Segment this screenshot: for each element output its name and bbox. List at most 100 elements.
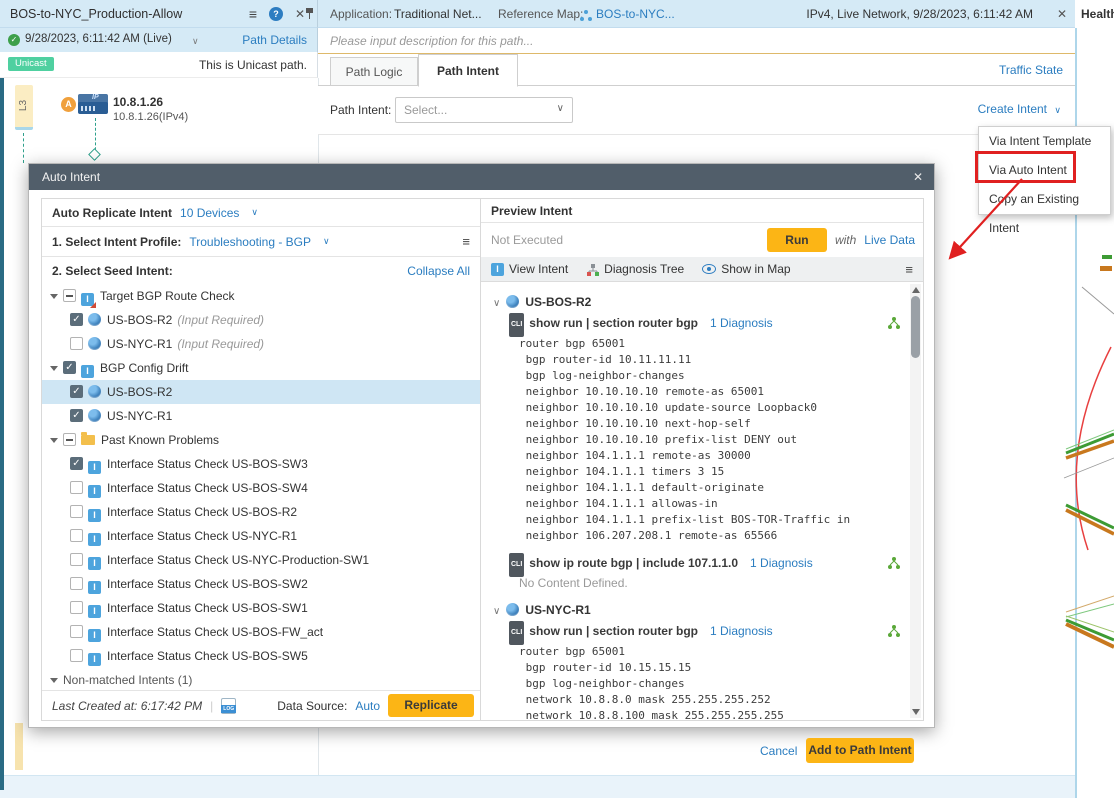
device-icon — [88, 313, 101, 326]
tree-checkbox[interactable] — [63, 289, 76, 302]
menu-item-via-auto-intent[interactable]: Via Auto Intent — [979, 156, 1110, 185]
menu-icon[interactable]: ≡ — [249, 6, 257, 22]
folder-icon — [81, 435, 95, 445]
tree-expand-icon[interactable] — [50, 438, 58, 443]
tree-checkbox[interactable] — [70, 409, 83, 422]
tree-checkbox[interactable] — [63, 361, 76, 374]
tree-checkbox[interactable] — [70, 313, 83, 326]
cli-badge-icon: CLI — [509, 313, 524, 337]
tree-row[interactable]: ITarget BGP Route Check — [42, 284, 480, 308]
tree-row[interactable]: IInterface Status Check US-NYC-R1 — [42, 524, 480, 548]
health-menu[interactable]: Health — [1081, 7, 1114, 21]
close-icon[interactable]: ✕ — [295, 7, 305, 21]
collapse-all-link[interactable]: Collapse All — [407, 264, 470, 278]
add-to-path-intent-button[interactable]: Add to Path Intent — [806, 738, 914, 763]
profile-menu-icon[interactable]: ≡ — [462, 234, 470, 249]
preview-device-row[interactable]: ∨US-BOS-R2 — [493, 292, 893, 312]
description-input[interactable]: Please input description for this path..… — [318, 28, 1075, 54]
replicate-button[interactable]: Replicate — [388, 694, 474, 717]
dialog-titlebar[interactable]: Auto Intent ✕ — [29, 164, 934, 190]
diagnosis-icon[interactable] — [887, 555, 901, 577]
tree-checkbox[interactable] — [70, 601, 83, 614]
diagnosis-link[interactable]: 1 Diagnosis — [750, 556, 813, 570]
create-intent-link[interactable]: Create Intent — [978, 102, 1047, 116]
menu-item-copy-an-existing-intent[interactable]: Copy an Existing Intent — [979, 185, 1110, 214]
close-map-icon[interactable]: ✕ — [1057, 7, 1067, 21]
tree-checkbox[interactable] — [70, 337, 83, 350]
tab-show-in-map[interactable]: Show in Map — [702, 262, 790, 276]
tree-checkbox[interactable] — [70, 553, 83, 566]
dialog-close-icon[interactable]: ✕ — [913, 170, 923, 184]
scrollbar[interactable] — [910, 284, 921, 718]
application-label: Application: — [330, 7, 392, 21]
tree-checkbox[interactable] — [70, 457, 83, 470]
path-details-link[interactable]: Path Details — [242, 33, 307, 47]
tree-row[interactable]: US-NYC-R1 — [42, 404, 480, 428]
tree-expand-icon[interactable] — [50, 294, 58, 299]
scrollbar-thumb[interactable] — [911, 296, 920, 358]
tab-path-logic[interactable]: Path Logic — [330, 57, 418, 86]
help-icon[interactable]: ? — [269, 7, 283, 21]
last-created-label: Last Created at: 6:17:42 PM — [52, 699, 202, 713]
tab-diagnosis-tree[interactable]: Diagnosis Tree — [586, 262, 684, 276]
tree-row-label: Interface Status Check US-BOS-SW2 — [107, 577, 308, 591]
tree-row[interactable]: IInterface Status Check US-NYC-Productio… — [42, 548, 480, 572]
tree-expand-icon[interactable] — [50, 678, 58, 683]
tree-expand-icon[interactable] — [50, 366, 58, 371]
tree-checkbox[interactable] — [70, 625, 83, 638]
scroll-up-icon[interactable] — [912, 287, 920, 293]
tree-row[interactable]: IInterface Status Check US-BOS-SW4 — [42, 476, 480, 500]
scroll-down-icon[interactable] — [912, 709, 920, 715]
chevron-down-icon[interactable]: ∨ — [493, 606, 500, 617]
path-intent-select[interactable]: Select... ∨ — [395, 97, 573, 123]
tree-row[interactable]: Past Known Problems — [42, 428, 480, 452]
chevron-down-icon[interactable]: ∨ — [493, 298, 500, 309]
tree-row[interactable]: IBGP Config Drift — [42, 356, 480, 380]
diagnosis-link[interactable]: 1 Diagnosis — [710, 624, 773, 638]
tree-checkbox[interactable] — [70, 649, 83, 662]
device-icon — [88, 385, 101, 398]
diagnosis-icon[interactable] — [887, 623, 901, 645]
menu-item-via-intent-template[interactable]: Via Intent Template — [979, 127, 1110, 156]
pin-icon[interactable] — [305, 8, 314, 20]
path-timestamp[interactable]: 9/28/2023, 6:11:42 AM (Live) — [25, 33, 172, 45]
profile-select[interactable]: Troubleshooting - BGP — [189, 235, 311, 249]
diagnosis-icon[interactable] — [887, 315, 901, 337]
data-source-value[interactable]: Auto — [355, 699, 380, 713]
tree-checkbox[interactable] — [70, 529, 83, 542]
preview-device-row[interactable]: ∨US-NYC-R1 — [493, 600, 893, 620]
tree-checkbox[interactable] — [70, 481, 83, 494]
device-name[interactable]: 10.8.1.26 — [113, 95, 163, 109]
preview-title: Preview Intent — [481, 199, 923, 223]
traffic-state-link[interactable]: Traffic State — [999, 63, 1063, 77]
diagnosis-link[interactable]: 1 Diagnosis — [710, 316, 773, 330]
tree-row[interactable]: IInterface Status Check US-BOS-SW3 — [42, 452, 480, 476]
router-icon[interactable]: IP — [78, 94, 108, 114]
log-icon[interactable] — [221, 698, 236, 714]
tree-checkbox[interactable] — [63, 433, 76, 446]
tree-checkbox[interactable] — [70, 385, 83, 398]
seed-intent-row: 2. Select Seed Intent: Collapse All — [42, 257, 480, 284]
reference-map-link[interactable]: BOS-to-NYC... — [596, 7, 675, 21]
application-value[interactable]: Traditional Net... — [394, 7, 482, 21]
tree-checkbox[interactable] — [70, 577, 83, 590]
tree-row[interactable]: US-BOS-R2(Input Required) — [42, 308, 480, 332]
devices-link[interactable]: 10 Devices — [180, 206, 239, 220]
tree-row[interactable]: US-BOS-R2 — [42, 380, 480, 404]
tree-row[interactable]: IInterface Status Check US-BOS-SW1 — [42, 596, 480, 620]
cli-badge-icon: CLI — [509, 553, 524, 577]
tree-row[interactable]: IInterface Status Check US-BOS-FW_act — [42, 620, 480, 644]
tree-row[interactable]: IInterface Status Check US-BOS-SW5 — [42, 644, 480, 668]
tab-view-intent[interactable]: I View Intent — [491, 262, 568, 276]
tree-row[interactable]: Non-matched Intents (1) — [42, 668, 480, 690]
preview-menu-icon[interactable]: ≡ — [905, 262, 913, 277]
tree-row[interactable]: IInterface Status Check US-BOS-SW2 — [42, 572, 480, 596]
tab-path-intent[interactable]: Path Intent — [418, 54, 518, 87]
run-button[interactable]: Run — [767, 228, 827, 252]
tree-row[interactable]: US-NYC-R1(Input Required) — [42, 332, 480, 356]
cancel-link[interactable]: Cancel — [760, 744, 797, 758]
tree-row[interactable]: IInterface Status Check US-BOS-R2 — [42, 500, 480, 524]
tree-checkbox[interactable] — [70, 505, 83, 518]
path-line — [23, 133, 24, 163]
live-data-link[interactable]: Live Data — [864, 233, 915, 247]
